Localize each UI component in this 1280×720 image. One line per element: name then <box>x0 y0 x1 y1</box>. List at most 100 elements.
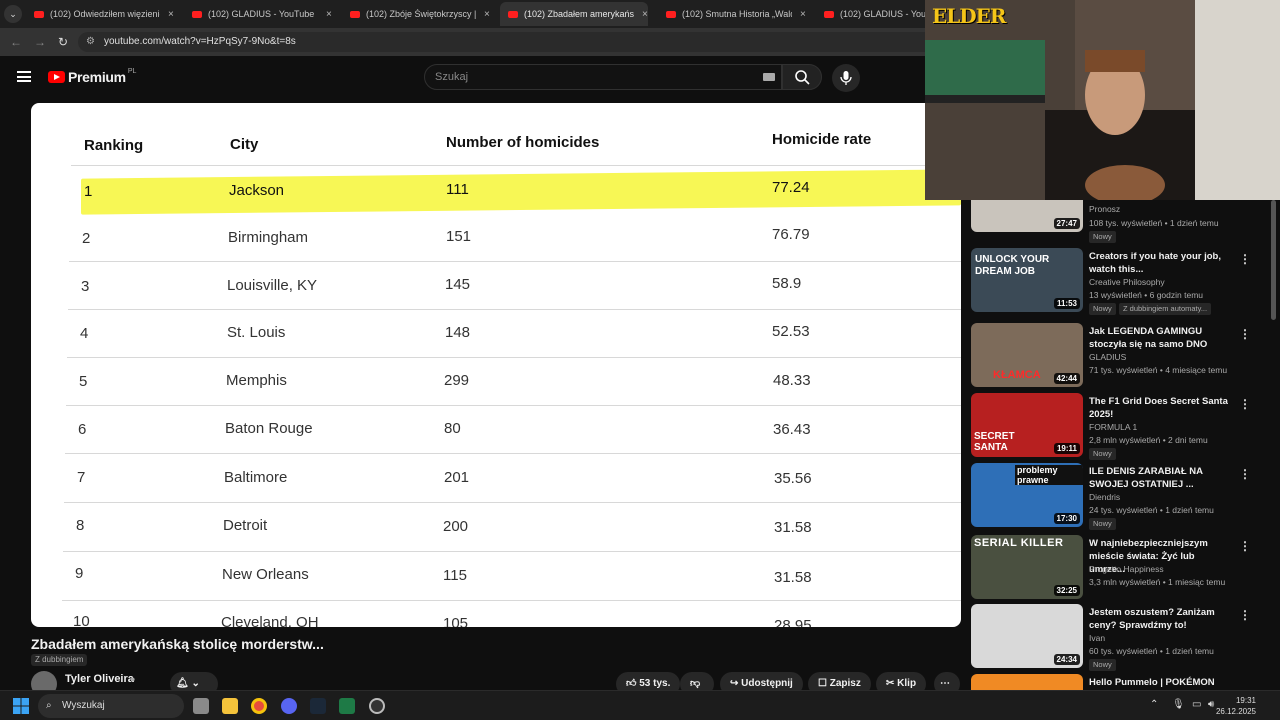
steam-icon[interactable] <box>310 698 326 714</box>
related-video-item[interactable]: problemy prawne 17:30 ILE DENIS ZARABIAŁ… <box>971 463 1271 530</box>
voice-search-button[interactable] <box>832 64 860 92</box>
task-view-icon[interactable] <box>193 698 209 714</box>
tab-search-dropdown[interactable]: ⌄ <box>4 5 22 23</box>
microphone-tray-icon[interactable]: 🎙︎ <box>1172 699 1185 710</box>
cell-homicides: 145 <box>445 276 471 293</box>
file-explorer-icon[interactable] <box>222 698 238 714</box>
video-title[interactable]: ILE DENIS ZARABIAŁ NA SWOJEJ OSTATNIEJ .… <box>1089 465 1229 491</box>
chevron-up-icon[interactable]: ⌃ <box>1150 699 1158 710</box>
video-channel[interactable]: Progetto Happiness <box>1089 564 1164 574</box>
scissors-icon: ✂ <box>886 678 895 689</box>
video-channel[interactable]: Creative Philosophy <box>1089 277 1165 287</box>
cell-rate: 31.58 <box>774 519 812 536</box>
video-thumbnail[interactable]: problemy prawne 17:30 <box>971 463 1083 527</box>
cell-rate: 35.56 <box>774 470 812 487</box>
related-video-item[interactable]: 27:47 Pronosz 108 tys. wyświetleń • 1 dz… <box>971 200 1271 243</box>
cell-homicides: 200 <box>443 518 469 535</box>
youtube-premium-logo[interactable]: Premium PL <box>48 67 137 85</box>
network-icon[interactable]: ▭ <box>1192 699 1201 710</box>
tab-title: (102) Odwiedziłem więzienie o <box>50 9 160 19</box>
video-thumbnail[interactable] <box>971 674 1083 690</box>
video-title: Zbadałem amerykańską stolicę morderstw..… <box>31 636 324 652</box>
new-badge: Nowy <box>1089 303 1116 315</box>
logo-region: PL <box>127 67 137 75</box>
video-channel[interactable]: Ivan <box>1089 633 1105 643</box>
tab-close-icon[interactable]: × <box>642 9 648 20</box>
related-video-item[interactable]: KŁAMCA 42:44 Jak LEGENDA GAMINGU stoczył… <box>971 323 1271 389</box>
tab-title: (102) GLADIUS - YouTub <box>840 9 930 19</box>
system-clock[interactable]: 19:31 26.12.2025 <box>1216 695 1256 717</box>
video-title[interactable]: Hello Pummelo | POKÉMON <box>1089 676 1229 689</box>
video-meta: 2,8 mln wyświetleń • 2 dni temu <box>1089 435 1208 445</box>
browser-tab[interactable]: (102) Smutna Historia „Waldus × <box>658 4 806 24</box>
tab-close-icon[interactable]: × <box>168 9 174 20</box>
obs-icon[interactable] <box>369 698 385 714</box>
keyboard-icon[interactable] <box>763 73 775 81</box>
video-thumbnail[interactable]: 24:34 <box>971 604 1083 668</box>
chrome-icon[interactable] <box>251 698 267 714</box>
related-video-item[interactable]: 24:34 Jestem oszustem? Zaniżam ceny? Spr… <box>971 604 1271 671</box>
video-title[interactable]: Jak LEGENDA GAMINGU stoczyła się na samo… <box>1089 325 1229 351</box>
video-channel[interactable]: GLADIUS <box>1089 352 1126 362</box>
table-divider <box>66 405 961 406</box>
search-button[interactable] <box>782 64 822 90</box>
thumbnail-caption: KŁAMCA <box>993 369 1041 381</box>
video-title[interactable]: Jestem oszustem? Zaniżam ceny? Sprawdźmy… <box>1089 606 1229 632</box>
sidebar-scrollbar[interactable] <box>1271 200 1276 320</box>
search-input[interactable] <box>425 65 725 89</box>
channel-name[interactable]: Tyler Oliveira <box>65 673 134 685</box>
taskbar-search[interactable]: ⌕ Wyszukaj <box>38 694 184 718</box>
video-duration: 32:25 <box>1053 585 1080 596</box>
more-vertical-icon[interactable]: ⋮ <box>1239 539 1251 553</box>
youtube-favicon-icon <box>350 10 360 18</box>
tab-close-icon[interactable]: × <box>800 9 806 20</box>
video-thumbnail[interactable]: UNLOCK YOUR DREAM JOB 11:53 <box>971 248 1083 312</box>
hamburger-menu-icon[interactable] <box>17 71 31 82</box>
video-thumbnail[interactable]: KŁAMCA 42:44 <box>971 323 1083 387</box>
cell-rank: 2 <box>82 230 91 247</box>
excel-icon[interactable] <box>339 698 355 714</box>
windows-start-icon[interactable] <box>13 698 29 714</box>
browser-tab[interactable]: (102) GLADIUS - YouTub <box>816 4 930 24</box>
video-channel[interactable]: FORMULA 1 <box>1089 422 1137 432</box>
tab-close-icon[interactable]: × <box>484 9 490 20</box>
table-divider <box>64 502 961 503</box>
video-thumbnail[interactable]: SECRET SANTA 19:11 <box>971 393 1083 457</box>
browser-tab[interactable]: (102) GLADIUS - YouTube × <box>184 4 332 24</box>
cell-rate: 28.95 <box>774 617 812 627</box>
url-text: youtube.com/watch?v=HzPqSy7-9No&t=8s <box>104 36 296 47</box>
streamer-logo: ELDER <box>932 4 1007 28</box>
more-vertical-icon[interactable]: ⋮ <box>1239 608 1251 622</box>
forward-arrow-icon[interactable]: → <box>34 35 46 49</box>
video-thumbnail[interactable]: 27:47 <box>971 200 1083 232</box>
video-player[interactable]: Ranking City Number of homicides Homicid… <box>31 103 961 627</box>
more-vertical-icon[interactable]: ⋮ <box>1239 252 1251 266</box>
more-vertical-icon[interactable]: ⋮ <box>1239 397 1251 411</box>
related-video-item[interactable]: Hello Pummelo | POKÉMON <box>971 674 1271 690</box>
related-video-item[interactable]: UNLOCK YOUR DREAM JOB 11:53 Creators if … <box>971 248 1271 315</box>
browser-tab[interactable]: (102) Zbóje Świętokrzyscy | Wi × <box>342 4 490 24</box>
back-arrow-icon[interactable]: ← <box>10 35 22 49</box>
discord-icon[interactable] <box>281 698 297 714</box>
browser-tab-active[interactable]: (102) Zbadałem amerykańską s × <box>500 2 648 26</box>
related-video-item[interactable]: SERIAL KILLER 32:25 W najniebezpieczniej… <box>971 535 1271 601</box>
webcam-overlay <box>925 0 1280 200</box>
address-bar[interactable]: ⚙ youtube.com/watch?v=HzPqSy7-9No&t=8s <box>78 32 938 52</box>
tab-close-icon[interactable]: × <box>326 9 332 20</box>
related-video-item[interactable]: SECRET SANTA 19:11 The F1 Grid Does Secr… <box>971 393 1271 460</box>
more-vertical-icon[interactable]: ⋮ <box>1239 467 1251 481</box>
volume-icon[interactable]: 🔊︎ <box>1208 699 1214 710</box>
video-title[interactable]: The F1 Grid Does Secret Santa 2025! <box>1089 395 1229 421</box>
browser-tab[interactable]: (102) Odwiedziłem więzienie o × <box>26 4 174 24</box>
video-title[interactable]: Creators if you hate your job, watch thi… <box>1089 250 1229 276</box>
video-meta: 13 wyświetleń • 6 godzin temu <box>1089 290 1204 300</box>
video-channel[interactable]: Diendris <box>1089 492 1120 502</box>
reload-icon[interactable]: ↻ <box>58 35 68 49</box>
table-divider <box>71 165 961 166</box>
cell-city: Louisville, KY <box>227 277 318 294</box>
more-vertical-icon[interactable]: ⋮ <box>1239 327 1251 341</box>
video-channel[interactable]: Pronosz <box>1089 204 1120 214</box>
video-thumbnail[interactable]: SERIAL KILLER 32:25 <box>971 535 1083 599</box>
cell-homicides: 201 <box>444 469 470 486</box>
site-info-icon[interactable]: ⚙ <box>86 36 95 47</box>
